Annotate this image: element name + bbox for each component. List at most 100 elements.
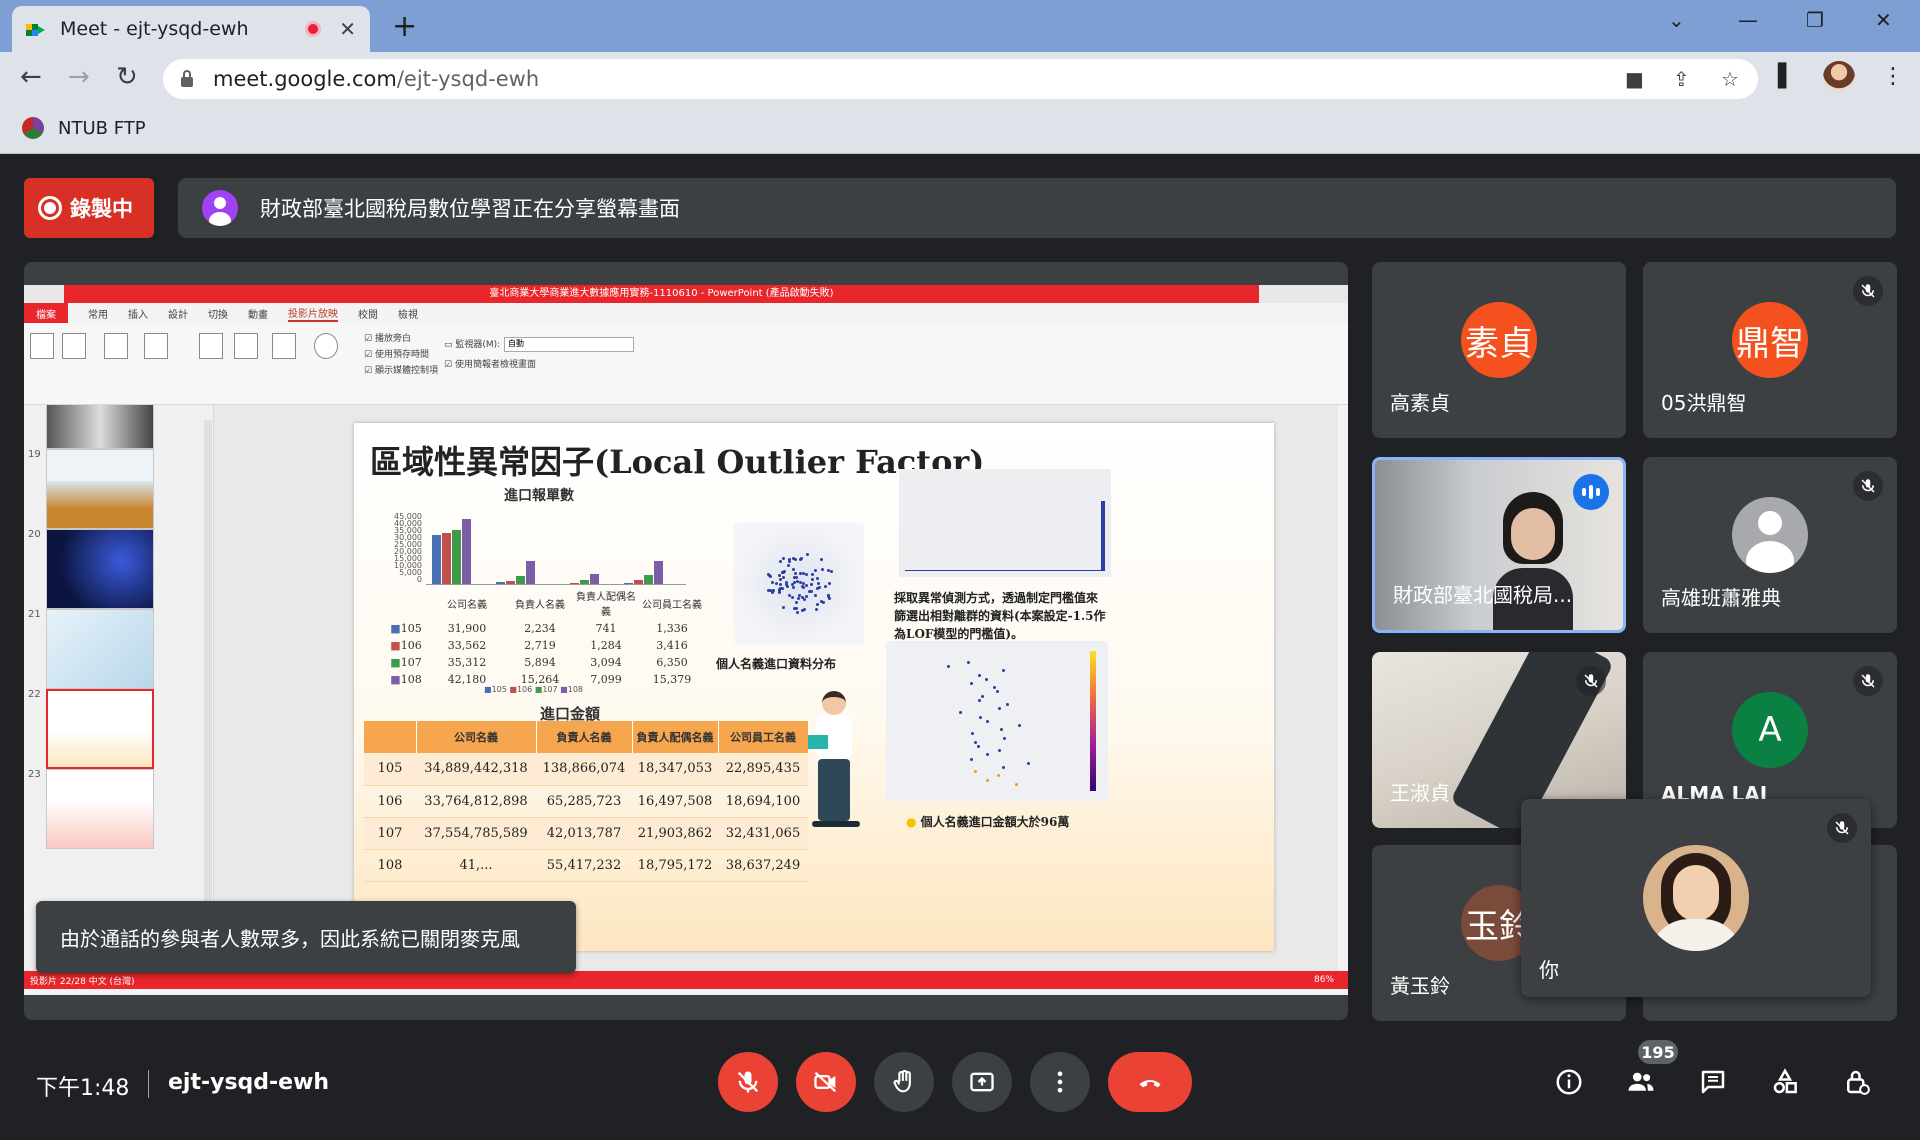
scatter-point <box>827 597 831 601</box>
camera-toggle-button[interactable] <box>796 1052 856 1112</box>
reload-icon[interactable]: ↻ <box>116 62 138 92</box>
present-screen-button[interactable] <box>952 1052 1012 1112</box>
check-media-controls[interactable]: ☑ 顯示媒體控制項 <box>364 363 438 376</box>
scatter-point <box>986 753 990 757</box>
raise-hand-button[interactable] <box>874 1052 934 1112</box>
activities-button[interactable] <box>1768 1065 1802 1099</box>
table-cell: 15,379 <box>652 673 692 686</box>
table-row: ■107 35,312 5,894 3,094 6,350 <box>386 655 704 670</box>
profile-avatar[interactable] <box>1823 61 1855 93</box>
scatter-point <box>967 661 971 664</box>
import-amount-table: 公司名義 負責人名義 負責人配偶名義 公司員工名義 105 34,889,442,… <box>364 721 809 882</box>
ppt-tab-insert[interactable]: 插入 <box>128 306 148 321</box>
ppt-tab-design[interactable]: 設計 <box>168 306 188 321</box>
participant-video <box>1493 492 1573 630</box>
ppt-tab-slideshow[interactable]: 投影片放映 <box>288 305 338 322</box>
record-show-icon[interactable] <box>314 333 338 359</box>
setup-show-icon[interactable] <box>199 333 223 359</box>
host-controls-button[interactable] <box>1840 1065 1874 1099</box>
leave-call-button[interactable] <box>1108 1052 1192 1112</box>
mic-toggle-button[interactable] <box>718 1052 778 1112</box>
check-timings[interactable]: ☑ 使用預存時間 <box>364 347 429 360</box>
bookmark-star-icon[interactable]: ☆ <box>1721 67 1739 91</box>
check-presenter-view[interactable]: ☑ 使用簡報者檢視畫面 <box>444 357 536 370</box>
self-view-tile[interactable]: 你 <box>1521 799 1871 997</box>
ppt-tab-review[interactable]: 校閱 <box>358 306 378 321</box>
scatter-point <box>782 557 786 561</box>
tab-search-icon[interactable]: ⌄ <box>1668 8 1685 32</box>
self-name: 你 <box>1539 958 1559 982</box>
ppt-tab-animations[interactable]: 動畫 <box>248 306 268 321</box>
restore-icon[interactable]: ❐ <box>1806 8 1824 32</box>
more-vert-icon <box>1057 1071 1063 1093</box>
people-button[interactable] <box>1624 1065 1658 1099</box>
bottom-caption: ● 個人名義進口金額大於96萬 <box>906 815 1070 829</box>
slide-canvas: 區域性異常因子(Local Outlier Factor) 進口報單數 45,0… <box>354 423 1274 951</box>
new-tab-icon[interactable]: + <box>392 9 417 44</box>
scatter-3d-plot <box>734 523 864 645</box>
participant-tile[interactable]: 素貞 高素貞 <box>1372 262 1626 438</box>
slide-thumbnail[interactable] <box>46 769 154 849</box>
zoom-level[interactable]: 86% <box>1314 975 1334 985</box>
browser-tab[interactable]: Meet - ejt-ysqd-ewh ✕ <box>12 6 370 52</box>
scatter-point <box>1001 669 1005 673</box>
forward-icon[interactable]: → <box>68 62 90 92</box>
close-tab-icon[interactable]: ✕ <box>339 17 356 41</box>
more-options-button[interactable] <box>1030 1052 1090 1112</box>
scatter-point <box>1005 703 1009 706</box>
online-present-icon[interactable] <box>104 333 128 359</box>
scatter-point <box>770 591 774 595</box>
row-year: 107 <box>364 817 416 850</box>
scatter-point <box>978 715 982 719</box>
participant-tile[interactable]: 高雄班蕭雅典 <box>1643 457 1897 633</box>
custom-show-icon[interactable] <box>144 333 168 359</box>
ppt-tab-transitions[interactable]: 切換 <box>208 306 228 321</box>
share-icon[interactable]: ⇪ <box>1673 67 1690 91</box>
slide-thumbnail[interactable] <box>46 609 154 689</box>
minimize-icon[interactable]: — <box>1738 8 1758 32</box>
ppt-tab-home[interactable]: 常用 <box>88 306 108 321</box>
table-row: ■106 33,562 2,719 1,284 3,416 <box>386 638 704 653</box>
close-window-icon[interactable]: ✕ <box>1875 8 1892 32</box>
ppt-tab-file[interactable]: 檔案 <box>24 302 68 324</box>
slide-thumbnail[interactable] <box>46 529 154 609</box>
scatter-point <box>790 595 794 599</box>
recording-label: 錄製中 <box>70 197 133 221</box>
rehearse-icon[interactable] <box>272 333 296 359</box>
record-icon <box>38 196 62 220</box>
monitor-dropdown[interactable]: 自動 <box>504 337 634 352</box>
from-current-icon[interactable] <box>62 333 86 359</box>
table-cell: 22,895,435 <box>718 753 808 786</box>
slide-thumbnail[interactable] <box>46 405 154 449</box>
ppt-tab-view[interactable]: 檢視 <box>398 306 418 321</box>
back-icon[interactable]: ← <box>20 62 42 92</box>
thumbnail-scrollbar[interactable] <box>204 420 212 980</box>
slide-counter: 投影片 22/28 中文 (台灣) <box>30 976 135 987</box>
recording-button[interactable]: 錄製中 <box>24 178 154 238</box>
menu-kebab-icon[interactable]: ⋮ <box>1882 64 1904 89</box>
table-cell: 741 <box>595 622 617 635</box>
chat-button[interactable] <box>1696 1065 1730 1099</box>
scatter-point <box>814 569 818 573</box>
camera-icon[interactable]: ■ <box>1625 67 1644 91</box>
participant-name: 高雄班蕭雅典 <box>1661 586 1781 610</box>
scatter-point <box>985 719 989 723</box>
bookmark-ntub-ftp[interactable]: NTUB FTP <box>58 118 146 139</box>
meet-control-bar: 下午1:48 ejt-ysqd-ewh 195 <box>0 1030 1920 1140</box>
participant-name: 高素貞 <box>1390 391 1450 415</box>
slide-thumbnail[interactable] <box>46 449 154 529</box>
address-bar[interactable]: meet.google.com/ejt-ysqd-ewh ■ ⇪ ☆ <box>163 59 1758 99</box>
participant-tile[interactable]: 鼎智 05洪鼎智 <box>1643 262 1897 438</box>
slide-thumbnail-selected[interactable] <box>46 689 154 769</box>
hide-slide-icon[interactable] <box>234 333 258 359</box>
thumb-number: 22 <box>28 689 41 700</box>
side-panel-icon[interactable]: ▌ <box>1778 64 1795 89</box>
chart1-bars <box>426 515 686 585</box>
table-cell: 65,285,723 <box>536 785 632 818</box>
scatter-point <box>826 568 830 572</box>
person-placeholder-icon <box>1732 497 1808 573</box>
meeting-details-button[interactable] <box>1552 1065 1586 1099</box>
from-beginning-icon[interactable] <box>30 333 54 359</box>
check-narration[interactable]: ☑ 播放旁白 <box>364 331 411 344</box>
participant-tile-speaking[interactable]: 財政部臺北國稅局... <box>1372 457 1626 633</box>
